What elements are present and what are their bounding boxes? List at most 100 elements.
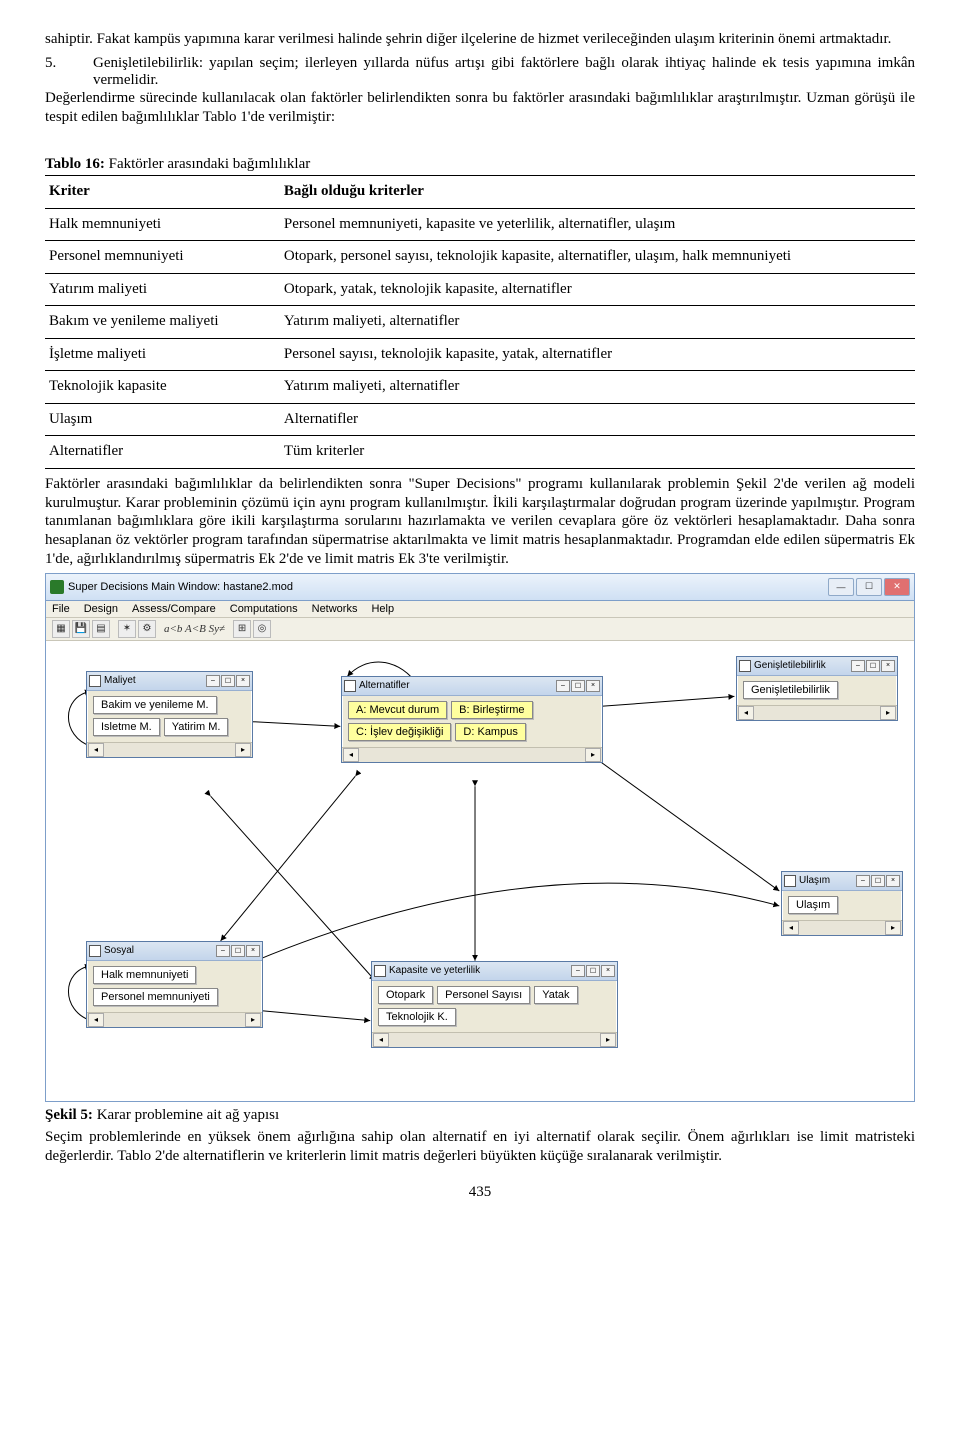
node[interactable]: Personel memnuniyeti (93, 988, 218, 1006)
scroll-left-icon[interactable]: ◂ (738, 706, 754, 720)
cluster-scrollbar[interactable]: ◂▸ (342, 747, 602, 762)
node[interactable]: Otopark (378, 986, 433, 1004)
cluster-close-icon[interactable]: × (886, 875, 900, 887)
cluster-handle-icon[interactable] (89, 675, 101, 687)
tool-save-icon[interactable]: 💾 (72, 620, 90, 638)
tool-m-icon[interactable]: ⚙ (138, 620, 156, 638)
cluster-close-icon[interactable]: × (236, 675, 250, 687)
tool-node-icon[interactable]: ◎ (253, 620, 271, 638)
node[interactable]: Yatirim M. (164, 718, 229, 736)
minimize-button[interactable]: — (828, 578, 854, 596)
cluster-close-icon[interactable]: × (586, 680, 600, 692)
cluster-sosyal[interactable]: Sosyal –☐× Halk memnuniyeti Personel mem… (86, 941, 263, 1028)
scroll-right-icon[interactable]: ▸ (585, 748, 601, 762)
scroll-right-icon[interactable]: ▸ (600, 1033, 616, 1047)
cluster-min-icon[interactable]: – (571, 965, 585, 977)
cluster-min-icon[interactable]: – (216, 945, 230, 957)
scroll-left-icon[interactable]: ◂ (783, 921, 799, 935)
cluster-close-icon[interactable]: × (881, 660, 895, 672)
table-caption-rest: Faktörler arasındaki bağımlılıklar (105, 156, 310, 172)
cluster-maliyet[interactable]: Maliyet –☐× Bakim ve yenileme M. Isletme… (86, 671, 253, 758)
node[interactable]: Personel Sayısı (437, 986, 530, 1004)
node[interactable]: A: Mevcut durum (348, 701, 447, 719)
scroll-left-icon[interactable]: ◂ (88, 743, 104, 757)
cluster-max-icon[interactable]: ☐ (866, 660, 880, 672)
table-caption-bold: Tablo 16: (45, 156, 105, 172)
cell-v: Otopark, yatak, teknolojik kapasite, alt… (280, 273, 915, 306)
table-row: Halk memnuniyeti Personel memnuniyeti, k… (45, 208, 915, 241)
cluster-title[interactable]: Sosyal –☐× (87, 942, 262, 961)
scroll-left-icon[interactable]: ◂ (343, 748, 359, 762)
node[interactable]: B: Birleştirme (451, 701, 532, 719)
scroll-right-icon[interactable]: ▸ (245, 1013, 261, 1027)
cell-v: Yatırım maliyeti, alternatifler (280, 306, 915, 339)
cluster-max-icon[interactable]: ☐ (231, 945, 245, 957)
toolbar-formula: a<b A<B Sy≠ (164, 623, 225, 635)
table-row: Bakım ve yenileme maliyeti Yatırım maliy… (45, 306, 915, 339)
cluster-scrollbar[interactable]: ◂▸ (737, 705, 897, 720)
menu-help[interactable]: Help (371, 603, 394, 615)
scroll-right-icon[interactable]: ▸ (235, 743, 251, 757)
node[interactable]: Genişletilebilirlik (743, 681, 838, 699)
cluster-handle-icon[interactable] (784, 875, 796, 887)
cluster-max-icon[interactable]: ☐ (871, 875, 885, 887)
cluster-label: Sosyal (104, 945, 134, 956)
scroll-left-icon[interactable]: ◂ (373, 1033, 389, 1047)
close-button[interactable]: ✕ (884, 578, 910, 596)
cluster-scrollbar[interactable]: ◂▸ (87, 742, 252, 757)
node[interactable]: C: İşlev değişikliği (348, 723, 451, 741)
cluster-close-icon[interactable]: × (601, 965, 615, 977)
cluster-min-icon[interactable]: – (856, 875, 870, 887)
tool-x-icon[interactable]: ✶ (118, 620, 136, 638)
cluster-kapasite[interactable]: Kapasite ve yeterlilik –☐× Otopark Perso… (371, 961, 618, 1048)
list-text: Genişletilebilirlik: yapılan seçim; iler… (93, 55, 915, 89)
cell-v: Yatırım maliyeti, alternatifler (280, 371, 915, 404)
cluster-title[interactable]: Genişletilebilirlik –☐× (737, 657, 897, 676)
menu-assess[interactable]: Assess/Compare (132, 603, 216, 615)
node[interactable]: Isletme M. (93, 718, 160, 736)
cluster-title[interactable]: Maliyet –☐× (87, 672, 252, 691)
maximize-button[interactable]: ☐ (856, 578, 882, 596)
after-table-paragraph: Faktörler arasındaki bağımlılıklar da be… (45, 475, 915, 569)
cluster-genisletilebilirlik[interactable]: Genişletilebilirlik –☐× Genişletilebilir… (736, 656, 898, 721)
tool-new-icon[interactable]: ▦ (52, 620, 70, 638)
cluster-min-icon[interactable]: – (206, 675, 220, 687)
node[interactable]: Teknolojik K. (378, 1008, 456, 1026)
cluster-scrollbar[interactable]: ◂▸ (372, 1032, 617, 1047)
node[interactable]: Yatak (534, 986, 577, 1004)
scroll-right-icon[interactable]: ▸ (880, 706, 896, 720)
cluster-handle-icon[interactable] (374, 965, 386, 977)
cluster-ulasim[interactable]: Ulaşım –☐× Ulaşım ◂▸ (781, 871, 903, 936)
menu-networks[interactable]: Networks (312, 603, 358, 615)
cell-k: Yatırım maliyeti (45, 273, 280, 306)
cluster-max-icon[interactable]: ☐ (571, 680, 585, 692)
window-controls: — ☐ ✕ (828, 578, 910, 596)
app-icon (50, 580, 64, 594)
cluster-title[interactable]: Alternatifler –☐× (342, 677, 602, 696)
cluster-close-icon[interactable]: × (246, 945, 260, 957)
table-caption: Tablo 16: Faktörler arasındaki bağımlılı… (45, 156, 915, 173)
node[interactable]: D: Kampus (455, 723, 525, 741)
cluster-title[interactable]: Ulaşım –☐× (782, 872, 902, 891)
cluster-max-icon[interactable]: ☐ (221, 675, 235, 687)
cluster-alternatifler[interactable]: Alternatifler –☐× A: Mevcut durum B: Bir… (341, 676, 603, 763)
node[interactable]: Halk memnuniyeti (93, 966, 196, 984)
tool-open-icon[interactable]: ▤ (92, 620, 110, 638)
scroll-left-icon[interactable]: ◂ (88, 1013, 104, 1027)
cluster-scrollbar[interactable]: ◂▸ (87, 1012, 262, 1027)
cluster-handle-icon[interactable] (739, 660, 751, 672)
menu-file[interactable]: File (52, 603, 70, 615)
menu-design[interactable]: Design (84, 603, 118, 615)
cluster-handle-icon[interactable] (344, 680, 356, 692)
node[interactable]: Bakim ve yenileme M. (93, 696, 217, 714)
cluster-handle-icon[interactable] (89, 945, 101, 957)
cluster-min-icon[interactable]: – (851, 660, 865, 672)
cluster-scrollbar[interactable]: ◂▸ (782, 920, 902, 935)
node[interactable]: Ulaşım (788, 896, 838, 914)
cluster-max-icon[interactable]: ☐ (586, 965, 600, 977)
scroll-right-icon[interactable]: ▸ (885, 921, 901, 935)
cluster-min-icon[interactable]: – (556, 680, 570, 692)
menu-computations[interactable]: Computations (230, 603, 298, 615)
cluster-title[interactable]: Kapasite ve yeterlilik –☐× (372, 962, 617, 981)
tool-net-icon[interactable]: ⊞ (233, 620, 251, 638)
